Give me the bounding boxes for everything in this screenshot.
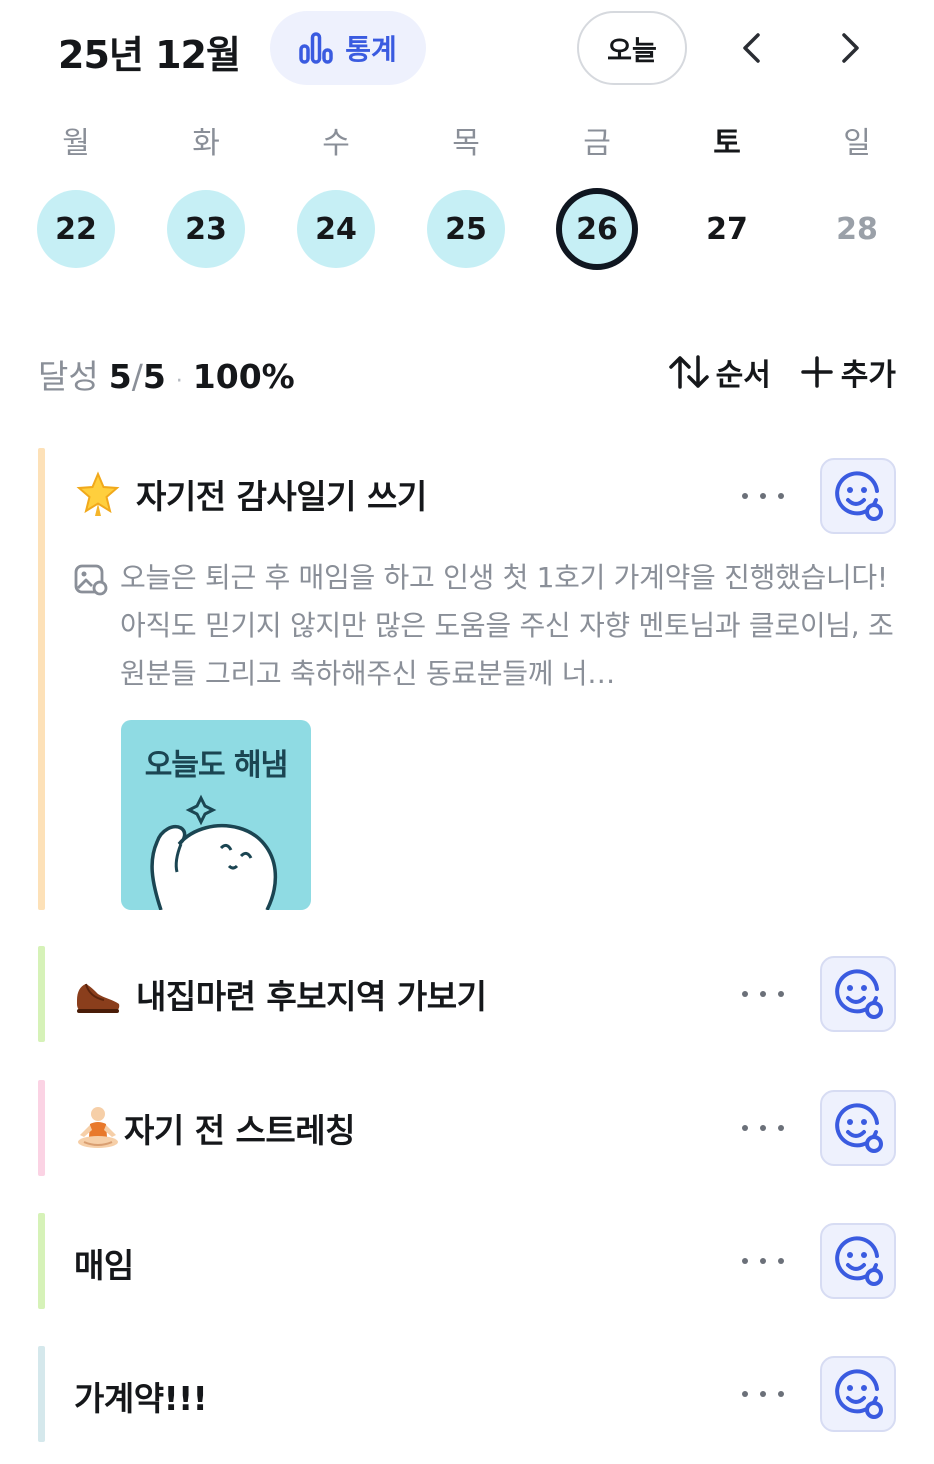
glowing-star-icon: [74, 470, 122, 518]
task-title: 매임: [74, 1246, 134, 1285]
weekday-sat: 토: [713, 126, 741, 161]
bar-chart-icon: [299, 32, 333, 64]
total-count: 5: [142, 357, 166, 396]
task-title: 가계약!!!: [74, 1379, 208, 1418]
sort-button[interactable]: 순서: [668, 350, 771, 394]
task-title-row: 매임: [74, 1239, 134, 1287]
more-options-icon[interactable]: [742, 984, 784, 1004]
task-item[interactable]: 내집마련 후보지역 가보기: [38, 946, 898, 1042]
task-item[interactable]: 가계약!!!: [38, 1346, 898, 1442]
more-options-icon[interactable]: [742, 1384, 784, 1404]
day-27[interactable]: 27: [688, 190, 766, 268]
smile-add-icon: [835, 1369, 883, 1419]
achievement-count: 5/5: [109, 357, 166, 396]
stats-button[interactable]: 통계: [270, 11, 426, 85]
weekday-thu: 목: [452, 126, 480, 161]
chevron-left-icon: [743, 33, 760, 63]
next-week-button[interactable]: [824, 22, 876, 74]
smile-add-icon: [835, 1236, 883, 1286]
separator-dot: ·: [175, 369, 183, 394]
smile-add-icon: [835, 1103, 883, 1153]
smile-add-icon: [835, 969, 883, 1019]
day-28[interactable]: 28: [818, 190, 896, 268]
weekday-tue: 화: [192, 126, 220, 161]
shoe-icon: [74, 970, 122, 1018]
previous-week-button[interactable]: [726, 22, 778, 74]
task-color-bar: [38, 1080, 45, 1176]
task-title-row: 자기 전 스트레칭: [74, 1104, 356, 1152]
weekday-row: 월 화 수 목 금 토 일: [0, 118, 934, 168]
month-title[interactable]: 25년 12월: [58, 24, 241, 79]
task-title-row: 내집마련 후보지역 가보기: [74, 970, 487, 1018]
day-24[interactable]: 24: [297, 190, 375, 268]
calendar-header: 25년 12월 통계 오늘: [0, 0, 934, 96]
achievement-label: 달성: [38, 357, 99, 396]
day-25[interactable]: 25: [427, 190, 505, 268]
more-options-icon[interactable]: [742, 1251, 784, 1271]
day-23[interactable]: 23: [167, 190, 245, 268]
task-item[interactable]: 매임: [38, 1213, 898, 1309]
stats-label: 통계: [345, 33, 397, 66]
task-title: 내집마련 후보지역 가보기: [136, 977, 487, 1016]
weekday-sun: 일: [843, 126, 871, 161]
task-color-bar: [38, 946, 45, 1042]
today-button[interactable]: 오늘: [577, 11, 687, 85]
task-title-row: 자기전 감사일기 쓰기: [74, 470, 427, 518]
smile-add-icon: [835, 471, 883, 521]
weekday-wed: 수: [322, 126, 350, 161]
more-options-icon[interactable]: [742, 486, 784, 506]
task-color-bar: [38, 1213, 45, 1309]
weekday-fri: 금: [583, 126, 611, 161]
sort-arrows-icon: [668, 355, 709, 389]
reaction-button[interactable]: [820, 956, 896, 1032]
task-title-row: 가계약!!!: [74, 1372, 208, 1420]
count-slash: /: [131, 357, 143, 396]
list-actions: 순서 추가: [668, 350, 896, 394]
chevron-right-icon: [842, 33, 859, 63]
plus-icon: [801, 356, 833, 388]
add-task-button[interactable]: 추가: [799, 350, 896, 394]
sticker-image[interactable]: 오늘도 해냄: [121, 720, 311, 910]
reaction-button[interactable]: [820, 1090, 896, 1166]
task-item[interactable]: 자기 전 스트레칭: [38, 1080, 898, 1176]
task-item[interactable]: 자기전 감사일기 쓰기 오늘은 퇴근 후 매임을 하고 인생 첫 1호기 가계약…: [38, 448, 898, 910]
person-meditating-icon: [74, 1104, 122, 1152]
weekday-mon: 월: [62, 126, 90, 161]
task-title: 자기전 감사일기 쓰기: [136, 477, 427, 516]
image-note-icon: [74, 564, 108, 600]
task-color-bar: [38, 1346, 45, 1442]
done-count: 5: [108, 357, 132, 396]
day-26-selected[interactable]: 26: [556, 188, 638, 270]
achievement-summary: 달성 5/5 · 100%: [38, 350, 295, 398]
task-title: 자기 전 스트레칭: [124, 1111, 356, 1150]
sort-label: 순서: [715, 358, 771, 393]
day-22[interactable]: 22: [37, 190, 115, 268]
task-color-bar: [38, 448, 45, 910]
day-row: 22 23 24 25 26 27 28: [0, 188, 934, 270]
happy-character-icon: [150, 794, 278, 910]
reaction-button[interactable]: [820, 1356, 896, 1432]
more-options-icon[interactable]: [742, 1118, 784, 1138]
reaction-button[interactable]: [820, 1223, 896, 1299]
note-text: 오늘은 퇴근 후 매임을 하고 인생 첫 1호기 가계약을 진행했습니다! 아직…: [120, 561, 894, 690]
achievement-percent: 100%: [192, 357, 295, 396]
add-label: 추가: [840, 358, 896, 393]
reaction-button[interactable]: [820, 458, 896, 534]
